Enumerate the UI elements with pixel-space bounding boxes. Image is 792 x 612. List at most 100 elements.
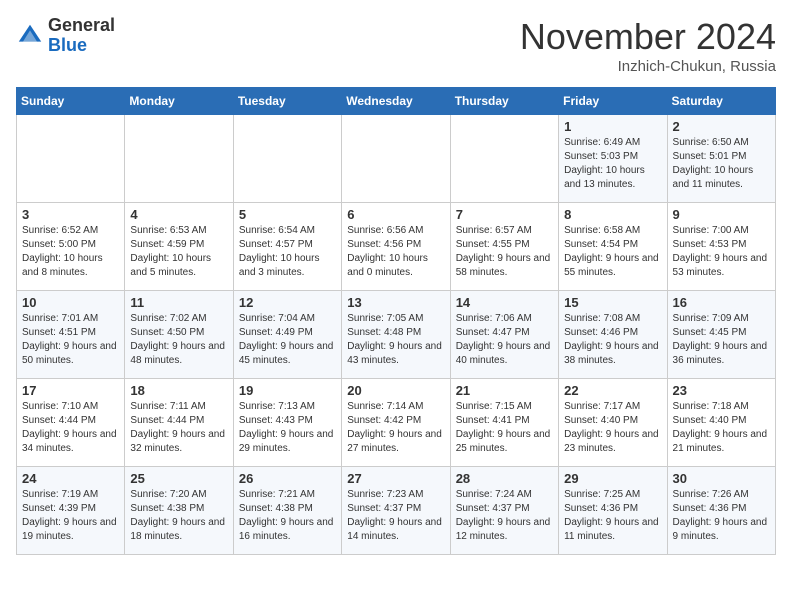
day-info: Sunrise: 7:25 AM Sunset: 4:36 PM Dayligh… — [564, 488, 661, 544]
calendar-cell: 29 Sunrise: 7:25 AM Sunset: 4:36 PM Dayli… — [559, 467, 667, 555]
calendar-cell: 16Sunrise: 7:09 AM Sunset: 4:45 PM Dayli… — [667, 291, 775, 379]
day-of-week-header: Wednesday — [342, 88, 450, 115]
day-number: 6 — [347, 207, 444, 222]
day-number: 30 — [673, 471, 770, 486]
day-number: 25 — [130, 471, 227, 486]
day-info: Sunrise: 7:26 AM Sunset: 4:36 PM Dayligh… — [673, 488, 770, 544]
calendar-cell: 11 Sunrise: 7:02 AM Sunset: 4:50 PM Dayli… — [125, 291, 233, 379]
calendar-cell — [125, 115, 233, 203]
calendar-week-row: 1 Sunrise: 6:49 AM Sunset: 5:03 PM Daylig… — [17, 115, 776, 203]
day-of-week-header: Monday — [125, 88, 233, 115]
calendar-cell: 1 Sunrise: 6:49 AM Sunset: 5:03 PM Daylig… — [559, 115, 667, 203]
day-number: 19 — [239, 383, 336, 398]
day-info: Sunrise: 7:15 AM Sunset: 4:41 PM Dayligh… — [456, 400, 553, 456]
calendar-cell — [450, 115, 558, 203]
calendar-cell: 12 Sunrise: 7:04 AM Sunset: 4:49 PM Dayli… — [233, 291, 341, 379]
day-number: 9 — [673, 207, 770, 222]
day-info: Sunrise: 7:18 AM Sunset: 4:40 PM Dayligh… — [673, 400, 770, 456]
calendar-cell: 15Sunrise: 7:08 AM Sunset: 4:46 PM Dayli… — [559, 291, 667, 379]
calendar-cell: 7Sunrise: 6:57 AM Sunset: 4:55 PM Daylig… — [450, 203, 558, 291]
day-number: 21 — [456, 383, 553, 398]
day-number: 18 — [130, 383, 227, 398]
days-header-row: SundayMondayTuesdayWednesdayThursdayFrid… — [17, 88, 776, 115]
calendar-cell: 21 Sunrise: 7:15 AM Sunset: 4:41 PM Dayli… — [450, 379, 558, 467]
day-info: Sunrise: 7:20 AM Sunset: 4:38 PM Dayligh… — [130, 488, 227, 544]
day-info: Sunrise: 7:23 AM Sunset: 4:37 PM Dayligh… — [347, 488, 444, 544]
calendar-cell: 27 Sunrise: 7:23 AM Sunset: 4:37 PM Dayli… — [342, 467, 450, 555]
calendar-week-row: 10 Sunrise: 7:01 AM Sunset: 4:51 PM Dayli… — [17, 291, 776, 379]
day-info: Sunrise: 6:58 AM Sunset: 4:54 PM Dayligh… — [564, 224, 661, 280]
day-number: 15 — [564, 295, 661, 310]
day-info: Sunrise: 7:17 AM Sunset: 4:40 PM Dayligh… — [564, 400, 661, 456]
calendar-cell: 8 Sunrise: 6:58 AM Sunset: 4:54 PM Daylig… — [559, 203, 667, 291]
calendar-cell: 6 Sunrise: 6:56 AM Sunset: 4:56 PM Daylig… — [342, 203, 450, 291]
day-number: 5 — [239, 207, 336, 222]
day-number: 2 — [673, 119, 770, 134]
day-info: Sunrise: 6:52 AM Sunset: 5:00 PM Dayligh… — [22, 224, 119, 280]
month-title: November 2024 — [520, 16, 776, 58]
day-number: 17 — [22, 383, 119, 398]
calendar-cell: 20 Sunrise: 7:14 AM Sunset: 4:42 PM Dayli… — [342, 379, 450, 467]
calendar-table: SundayMondayTuesdayWednesdayThursdayFrid… — [16, 87, 776, 555]
title-block: November 2024 Inzhich-Chukun, Russia — [520, 16, 776, 75]
calendar-cell: 5Sunrise: 6:54 AM Sunset: 4:57 PM Daylig… — [233, 203, 341, 291]
calendar-cell: 28 Sunrise: 7:24 AM Sunset: 4:37 PM Dayli… — [450, 467, 558, 555]
day-info: Sunrise: 6:49 AM Sunset: 5:03 PM Dayligh… — [564, 136, 661, 192]
calendar-cell — [342, 115, 450, 203]
day-number: 20 — [347, 383, 444, 398]
day-number: 1 — [564, 119, 661, 134]
day-info: Sunrise: 7:05 AM Sunset: 4:48 PM Dayligh… — [347, 312, 444, 368]
day-number: 10 — [22, 295, 119, 310]
day-number: 11 — [130, 295, 227, 310]
day-number: 27 — [347, 471, 444, 486]
day-number: 23 — [673, 383, 770, 398]
day-number: 22 — [564, 383, 661, 398]
day-number: 29 — [564, 471, 661, 486]
calendar-cell — [17, 115, 125, 203]
day-number: 16 — [673, 295, 770, 310]
logo-general: General — [48, 15, 115, 35]
calendar-cell: 3 Sunrise: 6:52 AM Sunset: 5:00 PM Daylig… — [17, 203, 125, 291]
calendar-cell: 23 Sunrise: 7:18 AM Sunset: 4:40 PM Dayli… — [667, 379, 775, 467]
calendar-cell: 26Sunrise: 7:21 AM Sunset: 4:38 PM Dayli… — [233, 467, 341, 555]
day-of-week-header: Friday — [559, 88, 667, 115]
calendar-cell: 22 Sunrise: 7:17 AM Sunset: 4:40 PM Dayli… — [559, 379, 667, 467]
calendar-cell: 4Sunrise: 6:53 AM Sunset: 4:59 PM Daylig… — [125, 203, 233, 291]
day-info: Sunrise: 7:06 AM Sunset: 4:47 PM Dayligh… — [456, 312, 553, 368]
calendar-week-row: 3 Sunrise: 6:52 AM Sunset: 5:00 PM Daylig… — [17, 203, 776, 291]
day-info: Sunrise: 7:10 AM Sunset: 4:44 PM Dayligh… — [22, 400, 119, 456]
day-number: 26 — [239, 471, 336, 486]
day-info: Sunrise: 7:14 AM Sunset: 4:42 PM Dayligh… — [347, 400, 444, 456]
day-of-week-header: Thursday — [450, 88, 558, 115]
day-info: Sunrise: 6:56 AM Sunset: 4:56 PM Dayligh… — [347, 224, 444, 280]
day-info: Sunrise: 7:04 AM Sunset: 4:49 PM Dayligh… — [239, 312, 336, 368]
day-number: 3 — [22, 207, 119, 222]
day-info: Sunrise: 6:53 AM Sunset: 4:59 PM Dayligh… — [130, 224, 227, 280]
calendar-cell: 24 Sunrise: 7:19 AM Sunset: 4:39 PM Dayli… — [17, 467, 125, 555]
day-number: 8 — [564, 207, 661, 222]
calendar-cell: 14 Sunrise: 7:06 AM Sunset: 4:47 PM Dayli… — [450, 291, 558, 379]
day-number: 12 — [239, 295, 336, 310]
page-header: General Blue November 2024 Inzhich-Chuku… — [16, 16, 776, 75]
day-info: Sunrise: 7:19 AM Sunset: 4:39 PM Dayligh… — [22, 488, 119, 544]
day-info: Sunrise: 7:24 AM Sunset: 4:37 PM Dayligh… — [456, 488, 553, 544]
calendar-cell: 2Sunrise: 6:50 AM Sunset: 5:01 PM Daylig… — [667, 115, 775, 203]
calendar-cell: 19 Sunrise: 7:13 AM Sunset: 4:43 PM Dayli… — [233, 379, 341, 467]
day-number: 28 — [456, 471, 553, 486]
day-info: Sunrise: 7:01 AM Sunset: 4:51 PM Dayligh… — [22, 312, 119, 368]
calendar-cell: 18 Sunrise: 7:11 AM Sunset: 4:44 PM Dayli… — [125, 379, 233, 467]
logo-icon — [16, 22, 44, 50]
day-info: Sunrise: 7:13 AM Sunset: 4:43 PM Dayligh… — [239, 400, 336, 456]
calendar-cell: 25 Sunrise: 7:20 AM Sunset: 4:38 PM Dayli… — [125, 467, 233, 555]
day-of-week-header: Tuesday — [233, 88, 341, 115]
day-info: Sunrise: 7:02 AM Sunset: 4:50 PM Dayligh… — [130, 312, 227, 368]
day-info: Sunrise: 7:11 AM Sunset: 4:44 PM Dayligh… — [130, 400, 227, 456]
calendar-cell: 30 Sunrise: 7:26 AM Sunset: 4:36 PM Dayli… — [667, 467, 775, 555]
calendar-cell: 13Sunrise: 7:05 AM Sunset: 4:48 PM Dayli… — [342, 291, 450, 379]
location-subtitle: Inzhich-Chukun, Russia — [520, 58, 776, 75]
day-number: 14 — [456, 295, 553, 310]
day-number: 24 — [22, 471, 119, 486]
logo: General Blue — [16, 16, 115, 56]
calendar-cell: 17 Sunrise: 7:10 AM Sunset: 4:44 PM Dayli… — [17, 379, 125, 467]
day-info: Sunrise: 7:00 AM Sunset: 4:53 PM Dayligh… — [673, 224, 770, 280]
